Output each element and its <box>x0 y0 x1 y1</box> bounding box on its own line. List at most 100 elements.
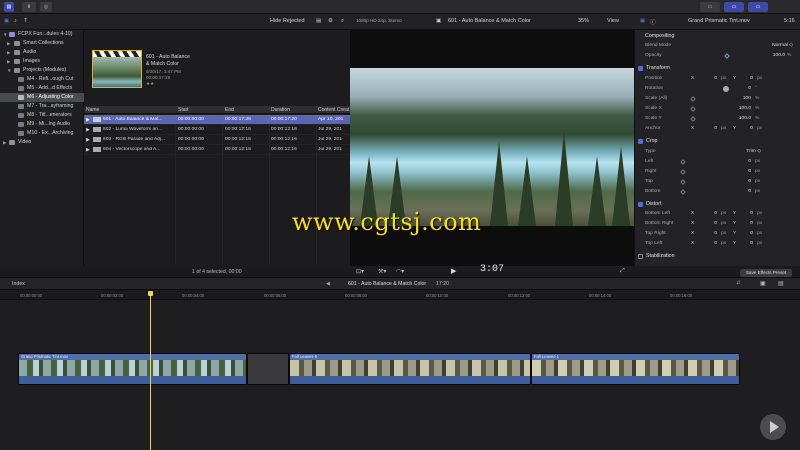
blend-mode-row: Blend Mode Normal ◇ <box>635 41 800 51</box>
timeline-area[interactable]: Grand Prismatic Tint.mov Fall Leaves 6 F… <box>0 300 800 450</box>
enhance-icon[interactable]: ⚒▾ <box>378 268 386 275</box>
compositing-section: Compositing <box>645 33 675 39</box>
stabilization-checkbox[interactable] <box>638 254 643 259</box>
view-menu[interactable]: View <box>607 18 619 24</box>
slider-knob-icon[interactable] <box>680 169 686 175</box>
search-icon[interactable]: ⌕ <box>341 18 344 25</box>
disclosure-icon[interactable]: ▶ <box>7 48 10 57</box>
folder-icon <box>14 50 20 55</box>
column-name[interactable]: Name <box>86 107 99 113</box>
sidebar-item-m10[interactable]: M10 - Ex...Archiving <box>0 129 84 138</box>
transform-checkbox[interactable] <box>638 66 643 71</box>
import-button[interactable]: ⬇ <box>22 2 36 12</box>
sidebar-item-m4[interactable]: M4 - Refi...ough Cut <box>0 75 84 84</box>
timeline-clip[interactable]: Grand Prismatic Tint.mov <box>18 353 247 385</box>
zoom-level[interactable]: 35% <box>578 18 589 24</box>
gap-clip[interactable] <box>247 353 289 385</box>
distort-checkbox[interactable] <box>638 202 643 207</box>
layout-timeline-button[interactable]: ▭ <box>724 2 744 12</box>
transform-section[interactable]: Transform <box>635 64 800 73</box>
column-start[interactable]: Start <box>178 107 189 113</box>
filmstrip-view-icon[interactable]: ▤ <box>316 18 321 24</box>
library-icon[interactable]: ▤ <box>4 2 14 12</box>
video-frame[interactable] <box>350 68 634 226</box>
sidebar-item-projects[interactable]: ▼ Projects (Modules) <box>0 66 84 75</box>
rotation-dial-icon[interactable] <box>723 86 729 92</box>
headphones-icon[interactable]: ♫ <box>736 280 741 286</box>
slider-knob-icon[interactable] <box>690 116 696 122</box>
transform-tool-icon[interactable]: ⊡▾ <box>356 268 364 275</box>
playhead-handle[interactable] <box>148 291 153 296</box>
slider-knob-icon[interactable] <box>690 96 696 102</box>
event-icon <box>18 122 24 127</box>
table-row[interactable]: ▶ 602 - Luma Waveform an... 00:00:00:00 … <box>84 125 350 135</box>
keyframe-icon[interactable] <box>724 53 730 59</box>
disclosure-icon[interactable]: ▶ <box>7 57 10 66</box>
crop-type-select[interactable]: Trim ◇ <box>731 147 761 157</box>
hide-rejected-filter[interactable]: Hide Rejected <box>270 18 305 24</box>
timeline-clip[interactable]: Fall Leaves 1 <box>531 353 740 385</box>
layout-inspector-button[interactable]: ▭ <box>748 2 768 12</box>
disclosure-icon[interactable]: ▶ <box>3 138 6 147</box>
clip-appearance-icon[interactable]: ⚙ <box>328 18 333 24</box>
disclosure-icon[interactable]: ▼ <box>7 66 11 75</box>
sidebar-item-m6[interactable]: M6 - Adjusting Color <box>0 93 84 102</box>
watermark-text: www.cgtsj.com <box>292 208 482 236</box>
opacity-value[interactable]: 100.0 <box>735 51 785 61</box>
video-inspector-icon[interactable]: ▣ <box>640 18 645 24</box>
disclosure-icon[interactable]: ▶ <box>86 147 90 153</box>
libraries-icon[interactable]: ▣ <box>4 18 9 24</box>
index-button[interactable]: Index <box>12 281 25 287</box>
slider-knob-icon[interactable] <box>680 179 686 185</box>
selected-clip-thumbnail[interactable] <box>92 50 142 88</box>
sidebar-item-m7[interactable]: M7 - Tra...ayframing <box>0 102 84 111</box>
viewer-clip-icon: ▣ <box>436 18 442 24</box>
column-end[interactable]: End <box>225 107 234 113</box>
timeline-ruler[interactable]: 00:00:00:00 00:00:02:00 00:00:04:00 00:0… <box>0 290 800 300</box>
disclosure-icon[interactable]: ▶ <box>7 39 10 48</box>
timeline-clip[interactable]: Fall Leaves 6 <box>289 353 531 385</box>
column-content-created[interactable]: Content Creat <box>318 107 349 113</box>
column-duration[interactable]: Duration <box>271 107 290 113</box>
sidebar-library[interactable]: ▼ FCPX Fun...dules 4-10) <box>0 30 84 39</box>
clip-appearance-icon[interactable]: ▣ <box>760 280 766 287</box>
distort-bottom-left-row: Bottom Left X 0 px Y 0 px <box>645 211 763 216</box>
play-badge-icon[interactable] <box>760 414 786 440</box>
blend-mode-select[interactable]: Normal ◇ <box>735 41 793 51</box>
crop-right-row: Right 0 px <box>645 169 761 175</box>
disclosure-icon[interactable]: ▶ <box>86 117 90 123</box>
sidebar-item-images[interactable]: ▶ Images <box>0 57 84 66</box>
playhead[interactable] <box>150 292 151 450</box>
disclosure-icon[interactable]: ▼ <box>3 30 7 39</box>
save-effects-preset-button[interactable]: Save Effects Preset <box>740 269 792 277</box>
sidebar-item-m8[interactable]: M8 - Titl...enerators <box>0 111 84 120</box>
stabilization-section[interactable]: Stabilization <box>635 252 800 261</box>
effects-browser-icon[interactable]: ▤ <box>778 280 784 287</box>
sidebar-item-m5[interactable]: M5 - Add...d Effects <box>0 84 84 93</box>
distort-section[interactable]: Distort <box>635 200 800 209</box>
table-row[interactable]: ▶ 604 - Vectorscope and A... 00:00:00:00… <box>84 145 350 155</box>
photos-icon[interactable]: ♪ <box>14 18 17 24</box>
sidebar-item-video[interactable]: ▶ Video <box>0 138 84 147</box>
layout-browser-button[interactable]: ▭ <box>700 2 720 12</box>
info-inspector-icon[interactable]: ⓘ <box>650 18 656 26</box>
slider-knob-icon[interactable] <box>680 189 686 195</box>
disclosure-icon[interactable]: ▶ <box>86 127 90 133</box>
slider-knob-icon[interactable] <box>690 106 696 112</box>
history-back-icon[interactable]: ◀ <box>326 281 330 287</box>
sidebar-item-m9[interactable]: M9 - Mi...lng Audio <box>0 120 84 129</box>
disclosure-icon[interactable]: ▶ <box>86 137 90 143</box>
fullscreen-icon[interactable]: ⤢ <box>620 268 625 275</box>
event-icon <box>18 95 24 100</box>
play-icon[interactable]: ▶ <box>451 267 456 275</box>
retime-icon[interactable]: ◠▾ <box>396 268 404 275</box>
sidebar-item-smart-collections[interactable]: ▶ Smart Collections <box>0 39 84 48</box>
slider-knob-icon[interactable] <box>680 159 686 165</box>
table-row[interactable]: ▶ 601 - Auto Balance & Mat... 00:00:00:0… <box>84 115 350 125</box>
crop-checkbox[interactable] <box>638 139 643 144</box>
sidebar-item-audio[interactable]: ▶ Audio <box>0 48 84 57</box>
crop-section[interactable]: Crop <box>635 137 800 146</box>
table-row[interactable]: ▶ 603 - RGB Parade and Adj... 00:00:00:0… <box>84 135 350 145</box>
keyword-button[interactable]: ◎ <box>40 2 52 12</box>
titles-icon[interactable]: T <box>24 18 27 24</box>
